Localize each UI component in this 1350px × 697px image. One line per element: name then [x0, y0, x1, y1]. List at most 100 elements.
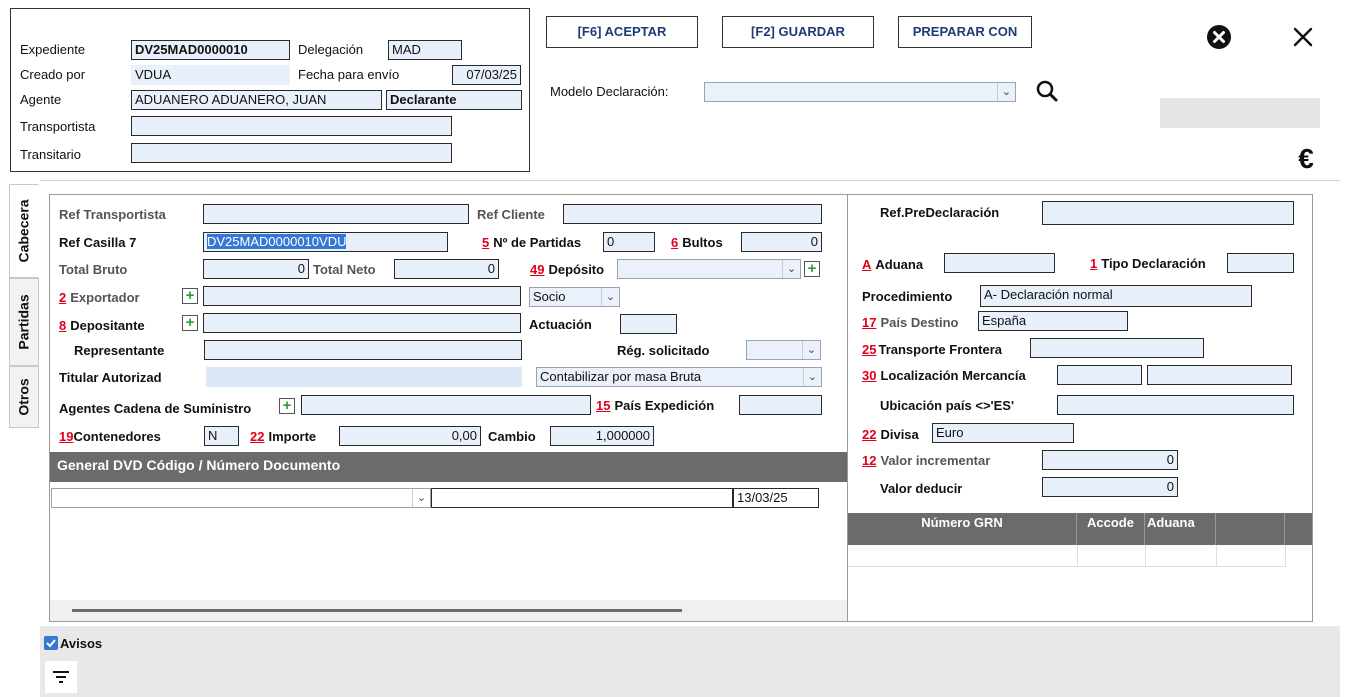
- actuacion-field[interactable]: [620, 314, 677, 334]
- reg-solicitado-select[interactable]: ⌄: [746, 340, 821, 360]
- add-depositante-icon[interactable]: +: [182, 315, 198, 331]
- localizacion-field-2[interactable]: [1147, 365, 1292, 385]
- add-exportador-icon[interactable]: +: [182, 288, 198, 304]
- expediente-label: Expediente: [20, 42, 86, 57]
- ref-casilla7-field[interactable]: DV25MAD0000010VDU: [203, 232, 448, 252]
- grn-table-row[interactable]: [848, 545, 1286, 567]
- chevron-down-icon: ⌄: [601, 288, 619, 306]
- transitario-label: Transitario: [20, 147, 81, 162]
- importe-label: 22 Importe: [250, 429, 317, 444]
- bultos-field[interactable]: 0: [741, 232, 822, 252]
- euro-icon[interactable]: €: [1292, 144, 1320, 174]
- chevron-down-icon: ⌄: [802, 341, 820, 359]
- cancel-circle-icon[interactable]: [1206, 24, 1232, 50]
- ref-casilla7-selection: DV25MAD0000010VDU: [207, 234, 347, 249]
- fecha-envio-field[interactable]: 07/03/25: [452, 65, 521, 85]
- deposito-select[interactable]: ⌄: [617, 259, 801, 279]
- ref-predeclaracion-field[interactable]: [1042, 201, 1294, 225]
- representante-field[interactable]: [204, 340, 522, 360]
- expediente-field[interactable]: DV25MAD0000010: [131, 40, 290, 60]
- fecha-envio-label: Fecha para envío: [298, 67, 400, 82]
- close-icon[interactable]: [1292, 26, 1314, 48]
- socio-select[interactable]: Socio ⌄: [529, 287, 620, 307]
- localizacion-mercancia-label: 30 Localización Mercancía: [862, 368, 1026, 383]
- chevron-down-icon: ⌄: [997, 83, 1015, 101]
- modelo-declaracion-label: Modelo Declaración:: [550, 84, 669, 99]
- documentos-header-label: General DVD Código / Número Documento: [57, 457, 341, 473]
- add-deposito-icon[interactable]: +: [804, 261, 820, 277]
- pais-destino-field[interactable]: España: [978, 311, 1128, 331]
- procedimiento-field[interactable]: A- Declaración normal: [980, 285, 1252, 307]
- contenedores-label: 19Contenedores: [59, 429, 161, 444]
- representante-label: Representante: [74, 343, 165, 358]
- ref-cliente-field[interactable]: [563, 204, 822, 224]
- valor-deducir-label: Valor deducir: [880, 481, 963, 496]
- guardar-button[interactable]: [F2] GUARDAR: [722, 16, 874, 48]
- chevron-down-icon: ⌄: [803, 368, 821, 386]
- exportador-field[interactable]: [203, 286, 521, 306]
- pais-expedicion-field[interactable]: [739, 395, 822, 415]
- modelo-declaracion-select[interactable]: ⌄: [704, 82, 1016, 102]
- agentes-cadena-field[interactable]: [301, 395, 591, 415]
- agentes-cadena-label: Agentes Cadena de Suministro: [59, 401, 252, 416]
- transitario-field[interactable]: [131, 143, 452, 163]
- status-box: [1160, 98, 1320, 128]
- socio-value: Socio: [533, 289, 566, 304]
- deposito-label: 49 Depósito: [530, 262, 605, 277]
- valor-incrementar-field[interactable]: 0: [1042, 450, 1178, 470]
- ref-cliente-label: Ref Cliente: [477, 207, 545, 222]
- filter-icon[interactable]: [45, 661, 77, 693]
- transportista-field[interactable]: [131, 116, 452, 136]
- preparar-con-button[interactable]: PREPARAR CON: [898, 16, 1032, 48]
- bultos-label: 6 Bultos: [671, 235, 723, 250]
- tab-otros[interactable]: Otros: [9, 366, 39, 428]
- agente-field[interactable]: ADUANERO ADUANERO, JUAN: [131, 90, 382, 110]
- titular-autorizado-field[interactable]: [206, 367, 522, 387]
- procedimiento-label: Procedimiento: [862, 289, 953, 304]
- avisos-checkbox[interactable]: [44, 636, 58, 650]
- transporte-frontera-field[interactable]: [1030, 338, 1204, 358]
- documento-numero-field[interactable]: [431, 488, 733, 508]
- add-agentes-icon[interactable]: +: [279, 398, 295, 414]
- ref-transportista-field[interactable]: [203, 204, 469, 224]
- depositante-field[interactable]: [203, 313, 521, 333]
- documentos-table-header: General DVD Código / Número Documento: [50, 452, 847, 482]
- exportador-label: 2 Exportador: [59, 290, 140, 305]
- tab-cabecera[interactable]: Cabecera: [9, 184, 39, 278]
- total-bruto-field[interactable]: 0: [203, 259, 309, 279]
- chevron-down-icon: ⌄: [412, 489, 430, 507]
- grn-col-numero: Número GRN: [848, 513, 1077, 545]
- ref-transportista-label: Ref Transportista: [59, 207, 166, 222]
- search-icon[interactable]: [1034, 78, 1060, 104]
- agente-label: Agente: [20, 92, 62, 107]
- cambio-field[interactable]: 1,000000: [550, 426, 654, 446]
- aduana-field[interactable]: [944, 253, 1055, 273]
- aceptar-button[interactable]: [F6] ACEPTAR: [546, 16, 698, 48]
- transporte-frontera-label: 25 Transporte Frontera: [862, 342, 1002, 357]
- aduana-label: A Aduana: [862, 257, 924, 272]
- valor-deducir-field[interactable]: 0: [1042, 477, 1178, 497]
- num-partidas-field[interactable]: 0: [603, 232, 655, 252]
- importe-field[interactable]: 0,00: [339, 426, 481, 446]
- declarante-field[interactable]: Declarante: [386, 90, 522, 110]
- contabilizar-select[interactable]: Contabilizar por masa Bruta ⌄: [536, 367, 822, 387]
- documento-fecha-field[interactable]: 13/03/25: [733, 488, 819, 508]
- total-neto-field[interactable]: 0: [394, 259, 499, 279]
- localizacion-field-1[interactable]: [1057, 365, 1142, 385]
- contenedores-field[interactable]: N: [204, 426, 239, 446]
- horizontal-scrollbar[interactable]: [50, 600, 847, 621]
- creado-por-label: Creado por: [20, 67, 86, 82]
- documento-codigo-select[interactable]: ⌄: [51, 488, 431, 508]
- tipo-declaracion-label: 1 Tipo Declaración: [1090, 256, 1206, 271]
- reg-solicitado-label: Rég. solicitado: [617, 343, 710, 358]
- ubicacion-pais-field[interactable]: [1057, 395, 1294, 415]
- num-partidas-label: 5 Nº de Partidas: [482, 235, 582, 250]
- delegacion-field[interactable]: MAD: [388, 40, 462, 60]
- divisa-field[interactable]: Euro: [932, 423, 1074, 443]
- ubicacion-pais-label: Ubicación país <>'ES': [880, 398, 1015, 413]
- tab-partidas[interactable]: Partidas: [9, 278, 39, 366]
- tipo-declaracion-field[interactable]: [1227, 253, 1294, 273]
- delegacion-label: Delegación: [298, 42, 364, 57]
- avisos-panel: [40, 626, 1340, 697]
- depositante-label: 8 Depositante: [59, 318, 145, 333]
